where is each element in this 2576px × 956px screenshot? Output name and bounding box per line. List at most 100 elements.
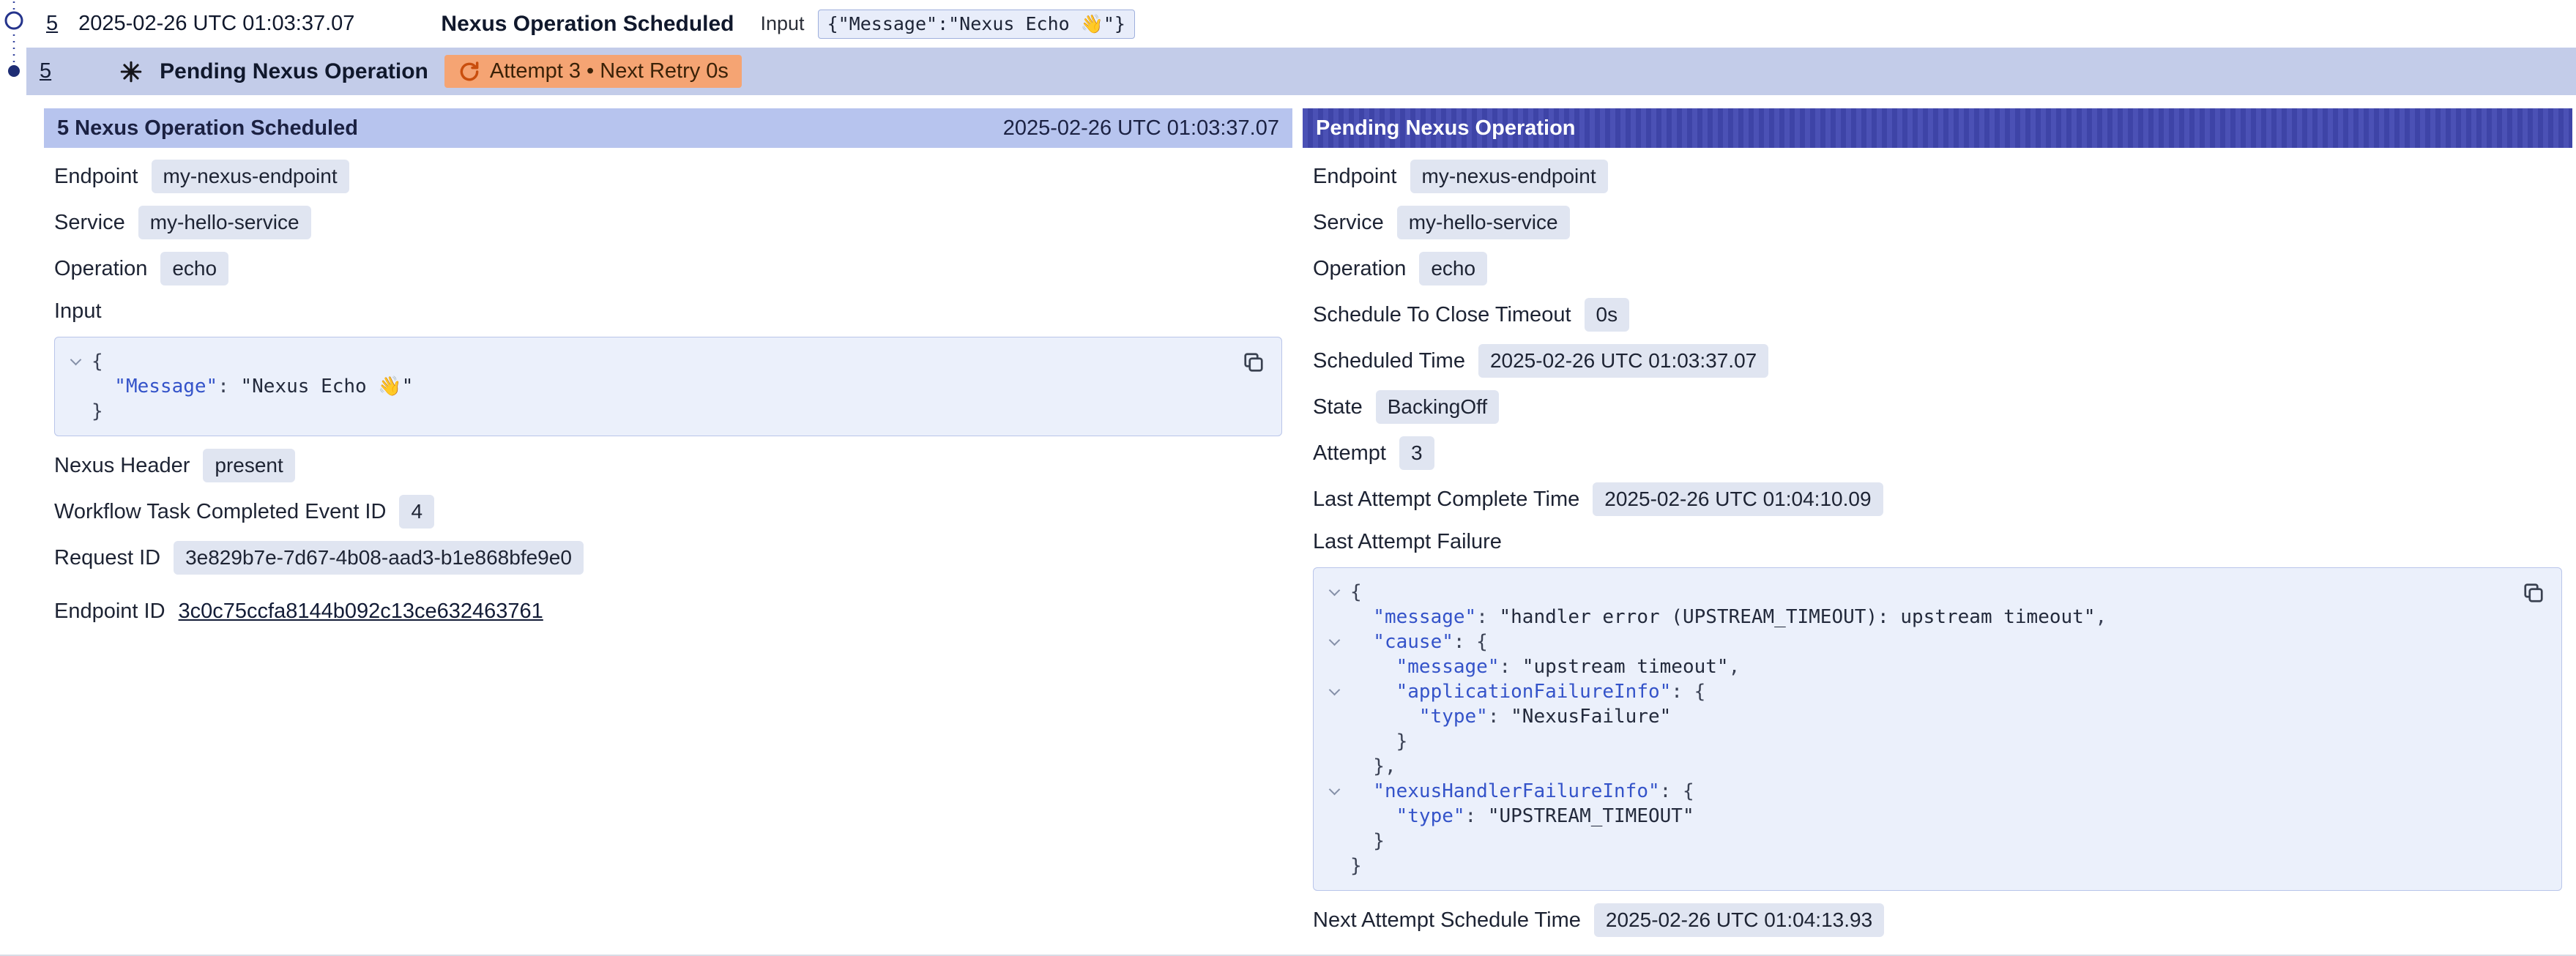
gutter-spacer bbox=[59, 374, 92, 399]
json-token: "Nexus Echo 👋" bbox=[241, 376, 414, 397]
scheduled-panel-timestamp: 2025-02-26 UTC 01:03:37.07 bbox=[1003, 116, 1279, 141]
event-id-link[interactable]: 5 bbox=[46, 12, 58, 36]
field-label: Endpoint bbox=[1313, 165, 1397, 189]
json-token: : bbox=[1465, 805, 1488, 827]
pending-asterisk-icon bbox=[119, 59, 144, 84]
pending-title: Pending Nexus Operation bbox=[160, 59, 428, 84]
field-endpoint: Endpoint my-nexus-endpoint bbox=[54, 160, 349, 193]
json-line: "nexusHandlerFailureInfo": { bbox=[1318, 779, 2510, 804]
json-line-content: } bbox=[92, 399, 103, 424]
field-value-badge: 3e829b7e-7d67-4b08-aad3-b1e868bfe9e0 bbox=[174, 541, 584, 575]
pending-panel-title: Pending Nexus Operation bbox=[1316, 116, 1576, 141]
json-token: { bbox=[1350, 581, 1362, 603]
json-token: : bbox=[1476, 606, 1499, 628]
field-attempt: Attempt 3 bbox=[1313, 436, 1434, 470]
field-label: Service bbox=[1313, 211, 1384, 235]
field-workflow-task-completed-event-id: Workflow Task Completed Event ID 4 bbox=[54, 495, 434, 529]
copy-icon bbox=[1240, 349, 1267, 376]
scheduled-panel-header: 5 Nexus Operation Scheduled 2025-02-26 U… bbox=[44, 108, 1292, 148]
field-value-badge: BackingOff bbox=[1376, 390, 1499, 424]
copy-button[interactable] bbox=[2517, 577, 2550, 609]
field-value-badge: echo bbox=[1419, 252, 1487, 285]
scheduled-event-panel: 5 Nexus Operation Scheduled 2025-02-26 U… bbox=[44, 108, 1292, 628]
chevron-down-icon[interactable] bbox=[1318, 580, 1350, 605]
field-label: Operation bbox=[1313, 257, 1406, 281]
endpoint-id-link[interactable]: 3c0c75ccfa8144b092c13ce632463761 bbox=[179, 600, 543, 624]
json-token: : bbox=[1500, 656, 1522, 678]
json-token: , bbox=[2095, 606, 2107, 628]
field-label: Nexus Header bbox=[54, 454, 190, 478]
field-request-id: Request ID 3e829b7e-7d67-4b08-aad3-b1e86… bbox=[54, 541, 584, 575]
gutter-spacer bbox=[1318, 704, 1350, 729]
field-value-badge: 4 bbox=[399, 495, 434, 529]
json-token: : { bbox=[1660, 780, 1694, 802]
json-token: "type" bbox=[1419, 706, 1488, 728]
gutter-spacer bbox=[1318, 654, 1350, 679]
field-label: Operation bbox=[54, 257, 147, 281]
field-value-badge: my-nexus-endpoint bbox=[152, 160, 349, 193]
json-line: "type": "NexusFailure" bbox=[1318, 704, 2510, 729]
failure-json-block: {"message": "handler error (UPSTREAM_TIM… bbox=[1313, 567, 2562, 891]
json-line: }, bbox=[1318, 754, 2510, 779]
copy-button[interactable] bbox=[1237, 346, 1270, 378]
pending-panel-header: Pending Nexus Operation bbox=[1303, 108, 2572, 148]
event-id-link[interactable]: 5 bbox=[40, 59, 51, 83]
gutter-spacer bbox=[59, 399, 92, 424]
json-line-content: { bbox=[92, 349, 103, 374]
field-label: Endpoint bbox=[54, 165, 138, 189]
json-token: "UPSTREAM_TIMEOUT" bbox=[1488, 805, 1694, 827]
attempt-badge: Attempt 3 • Next Retry 0s bbox=[444, 55, 742, 88]
json-line-content: "message": "handler error (UPSTREAM_TIME… bbox=[1350, 605, 2107, 630]
json-viewer: {"message": "handler error (UPSTREAM_TIM… bbox=[1318, 580, 2510, 878]
json-token: }, bbox=[1373, 755, 1396, 777]
chevron-down-icon[interactable] bbox=[1318, 630, 1350, 654]
field-label: State bbox=[1313, 395, 1363, 419]
field-value-badge: 2025-02-26 UTC 01:04:10.09 bbox=[1593, 482, 1883, 516]
json-token: : bbox=[1488, 706, 1511, 728]
json-line-content: { bbox=[1350, 580, 1362, 605]
json-token: } bbox=[1350, 855, 1362, 877]
json-viewer: {"Message": "Nexus Echo 👋"} bbox=[59, 349, 1230, 424]
attempt-badge-label: Attempt 3 • Next Retry 0s bbox=[490, 59, 729, 83]
json-token: "handler error (UPSTREAM_TIMEOUT): upstr… bbox=[1500, 606, 2096, 628]
json-line-content: "nexusHandlerFailureInfo": { bbox=[1350, 779, 1694, 804]
event-title: Nexus Operation Scheduled bbox=[441, 12, 734, 37]
field-value-badge: 2025-02-26 UTC 01:04:13.93 bbox=[1594, 903, 1884, 937]
json-line-content: "message": "upstream timeout", bbox=[1350, 654, 1740, 679]
field-label: Scheduled Time bbox=[1313, 349, 1465, 373]
event-detail-panels: 5 Nexus Operation Scheduled 2025-02-26 U… bbox=[0, 108, 2576, 937]
json-line: } bbox=[1318, 854, 2510, 878]
gutter-spacer bbox=[1318, 804, 1350, 829]
json-line: "applicationFailureInfo": { bbox=[1318, 679, 2510, 704]
field-value-badge: 3 bbox=[1399, 436, 1434, 470]
gutter-spacer bbox=[1318, 729, 1350, 754]
field-label: Workflow Task Completed Event ID bbox=[54, 500, 386, 524]
json-token: : bbox=[217, 376, 240, 397]
chevron-down-icon[interactable] bbox=[59, 349, 92, 374]
json-line: "Message": "Nexus Echo 👋" bbox=[59, 374, 1230, 399]
field-value-badge: 2025-02-26 UTC 01:03:37.07 bbox=[1478, 344, 1768, 378]
gutter-spacer bbox=[1318, 754, 1350, 779]
gutter-spacer bbox=[1318, 829, 1350, 854]
chevron-down-icon bbox=[70, 354, 81, 365]
json-token: "type" bbox=[1396, 805, 1465, 827]
field-label: Request ID bbox=[54, 546, 160, 570]
field-label: Service bbox=[54, 211, 125, 235]
field-label: Last Attempt Complete Time bbox=[1313, 488, 1579, 512]
chevron-down-icon bbox=[1328, 783, 1340, 795]
scheduled-panel-title: 5 Nexus Operation Scheduled bbox=[57, 116, 358, 141]
event-row-pending[interactable]: 5 Pending Nexus Operation Attempt 3 • Ne… bbox=[26, 48, 2576, 95]
last-attempt-failure-label: Last Attempt Failure bbox=[1313, 529, 1502, 555]
input-label: Input bbox=[761, 12, 805, 35]
timeline-connector bbox=[0, 0, 29, 102]
chevron-down-icon[interactable] bbox=[1318, 779, 1350, 804]
json-line: } bbox=[1318, 829, 2510, 854]
gutter-spacer bbox=[1318, 854, 1350, 878]
json-line: "type": "UPSTREAM_TIMEOUT" bbox=[1318, 804, 2510, 829]
event-row-scheduled[interactable]: 5 2025-02-26 UTC 01:03:37.07 Nexus Opera… bbox=[0, 0, 2576, 48]
json-token: "cause" bbox=[1373, 631, 1453, 653]
chevron-down-icon[interactable] bbox=[1318, 679, 1350, 704]
json-line-content: "applicationFailureInfo": { bbox=[1350, 679, 1705, 704]
json-line: { bbox=[1318, 580, 2510, 605]
field-next-attempt-schedule-time: Next Attempt Schedule Time 2025-02-26 UT… bbox=[1313, 903, 1884, 937]
